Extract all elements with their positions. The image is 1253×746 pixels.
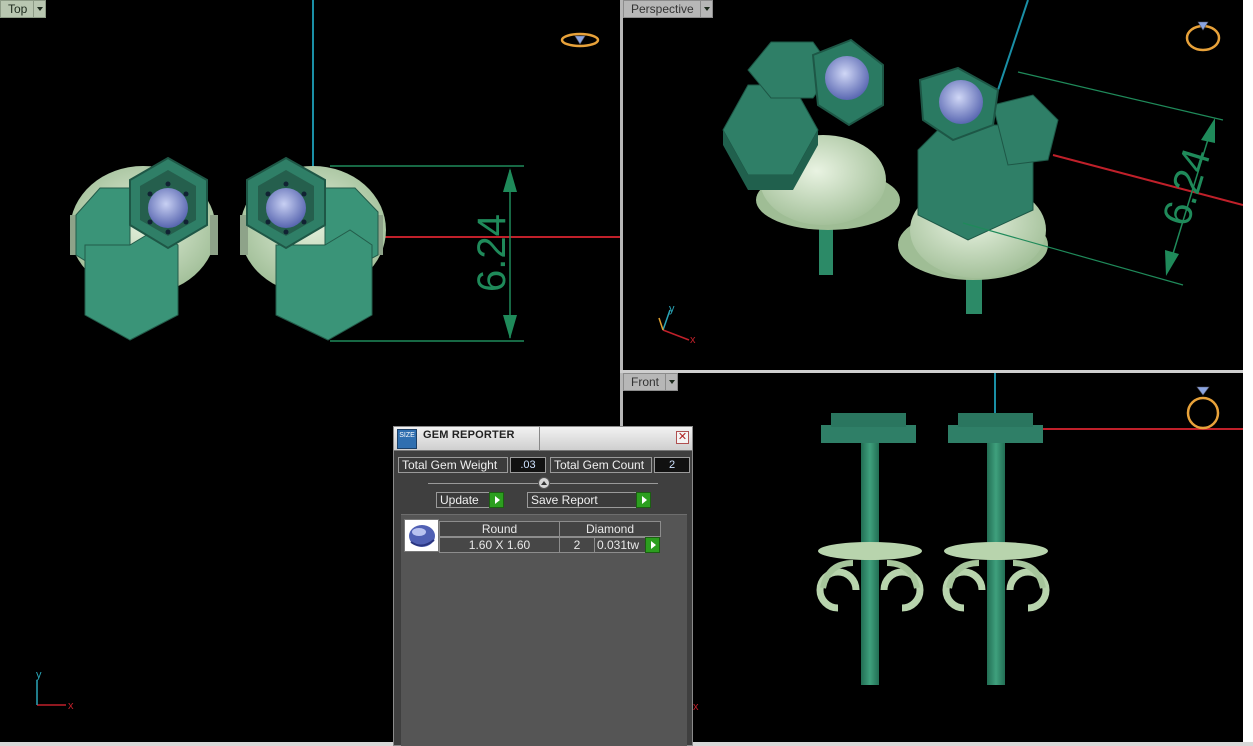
axis-indicator-perspective: x y: [658, 303, 696, 346]
window-edge-right: [1243, 0, 1253, 746]
ring-view-icon[interactable]: [1186, 386, 1220, 430]
earring-left-front[interactable]: [816, 413, 924, 685]
gem-count-cell: 2: [559, 537, 595, 553]
close-icon[interactable]: ✕: [676, 431, 689, 444]
panel-slider-knob[interactable]: [538, 477, 550, 489]
axis-indicator-top: x y: [36, 669, 74, 712]
svg-text:x: x: [690, 334, 696, 346]
gem-reporter-title: GEM REPORTER: [423, 429, 515, 441]
earring-left-perspective[interactable]: [722, 38, 900, 230]
totals-row: Total Gem Weight .03 Total Gem Count 2: [398, 457, 690, 473]
save-report-button-label: Save Report: [531, 493, 598, 507]
ring-view-icon[interactable]: [560, 32, 600, 48]
earring-left-top[interactable]: [70, 156, 218, 341]
earring-right-front[interactable]: [942, 413, 1050, 685]
go-arrow-icon[interactable]: [489, 492, 504, 508]
front-view-scene: x: [689, 373, 1243, 713]
go-arrow-icon[interactable]: [645, 537, 660, 553]
svg-text:y: y: [36, 669, 42, 681]
dimension-label-perspective: 6.24: [1155, 143, 1220, 230]
total-gem-weight-field[interactable]: .03: [510, 457, 546, 473]
gem-weight-cell: 0.031tw: [594, 537, 646, 553]
viewport-tab-front[interactable]: Front: [623, 373, 679, 391]
gem-reporter-logo-icon: SIZE: [397, 429, 417, 449]
viewport-perspective[interactable]: 6.24 x y Perspective: [623, 0, 1243, 370]
dropdown-arrow-icon[interactable]: [34, 0, 47, 18]
earring-right-perspective[interactable]: [898, 66, 1059, 280]
svg-text:x: x: [68, 700, 74, 712]
gem-thumbnail-icon[interactable]: [404, 519, 439, 552]
perspective-view-scene: 6.24 x y: [658, 0, 1243, 346]
viewport-divider-horizontal[interactable]: [620, 370, 1253, 373]
cad-workspace: 6.24 x y Top 6.24 x y Perspective x Fron…: [0, 0, 1253, 746]
column-header-type: Diamond: [559, 521, 661, 537]
update-button[interactable]: Update: [436, 492, 504, 508]
title-divider: [539, 427, 540, 451]
viewport-front[interactable]: x Front: [623, 373, 1243, 742]
viewport-label-top[interactable]: Top: [0, 0, 35, 18]
gem-list[interactable]: Round Diamond 1.60 X 1.60 2 0.031tw: [401, 514, 687, 746]
svg-text:x: x: [693, 701, 699, 713]
go-arrow-icon[interactable]: [636, 492, 651, 508]
gem-reporter-panel[interactable]: SIZE GEM REPORTER ✕ Total Gem Weight .03…: [393, 426, 693, 746]
update-button-label: Update: [440, 493, 479, 507]
total-gem-count-field[interactable]: 2: [654, 457, 690, 473]
dropdown-arrow-icon[interactable]: [666, 373, 679, 391]
earring-right-top[interactable]: [240, 156, 386, 341]
svg-text:y: y: [669, 303, 675, 315]
viewport-label-perspective[interactable]: Perspective: [623, 0, 701, 18]
gem-reporter-titlebar[interactable]: SIZE GEM REPORTER ✕: [394, 427, 692, 451]
total-gem-weight-label: Total Gem Weight: [398, 457, 508, 473]
dimension-label-top: 6.24: [470, 214, 514, 292]
viewport-tab-top[interactable]: Top: [0, 0, 47, 18]
dropdown-arrow-icon[interactable]: [700, 0, 713, 18]
ring-view-icon[interactable]: [1185, 21, 1221, 52]
gem-size-cell: 1.60 X 1.60: [439, 537, 560, 553]
total-gem-count-label: Total Gem Count: [550, 457, 652, 473]
column-header-shape: Round: [439, 521, 560, 537]
save-report-button[interactable]: Save Report: [527, 492, 651, 508]
viewport-tab-perspective[interactable]: Perspective: [623, 0, 713, 18]
viewport-label-front[interactable]: Front: [623, 373, 667, 391]
